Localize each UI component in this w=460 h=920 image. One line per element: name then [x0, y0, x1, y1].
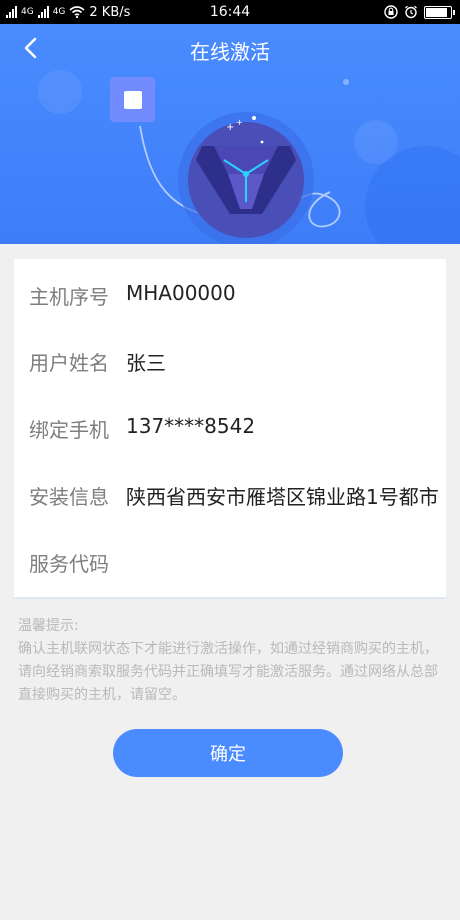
battery-icon — [424, 5, 455, 19]
service-code-input[interactable] — [126, 548, 446, 572]
tips-body: 确认主机联网状态下才能进行激活操作，如通过经销商购买的主机，请向经销商索取服务代… — [18, 641, 438, 703]
tips-section: 温馨提示: 确认主机联网状态下才能进行激活操作，如通过经销商购买的主机，请向经销… — [18, 615, 438, 707]
status-bar: 4G 4G 2 KB/s 16:44 — [0, 0, 460, 24]
field-install-info: 安装信息 陕西省西安市雁塔区锦业路1号都市 — [14, 481, 446, 521]
field-label: 主机序号 — [29, 285, 109, 309]
user-name-value: 张三 — [126, 351, 166, 375]
field-label: 用户姓名 — [29, 351, 109, 375]
tips-title: 温馨提示: — [18, 618, 79, 634]
field-label: 安装信息 — [29, 485, 109, 509]
field-label: 绑定手机 — [29, 418, 109, 442]
field-bound-phone: 绑定手机 137****8542 — [14, 414, 446, 454]
alarm-icon — [405, 5, 417, 19]
svg-text:+: + — [236, 118, 243, 127]
lock-rotation-icon — [384, 5, 398, 19]
page-title: 在线激活 — [190, 40, 270, 64]
field-user-name: 用户姓名 张三 — [14, 347, 446, 387]
status-right — [384, 0, 455, 24]
field-host-serial: 主机序号 MHA00000 — [14, 281, 446, 321]
header-banner: + + 在线激活 — [0, 24, 460, 244]
bound-phone-value: 137****8542 — [126, 414, 256, 438]
field-service-code: 服务代码 — [14, 548, 446, 588]
svg-text:+: + — [226, 122, 234, 133]
confirm-button[interactable]: 确定 — [113, 729, 343, 777]
activation-form: 主机序号 MHA00000 用户姓名 张三 绑定手机 137****8542 安… — [14, 259, 446, 599]
field-label: 服务代码 — [29, 552, 109, 576]
install-info-value: 陕西省西安市雁塔区锦业路1号都市 — [126, 485, 439, 509]
host-serial-value: MHA00000 — [126, 281, 236, 305]
